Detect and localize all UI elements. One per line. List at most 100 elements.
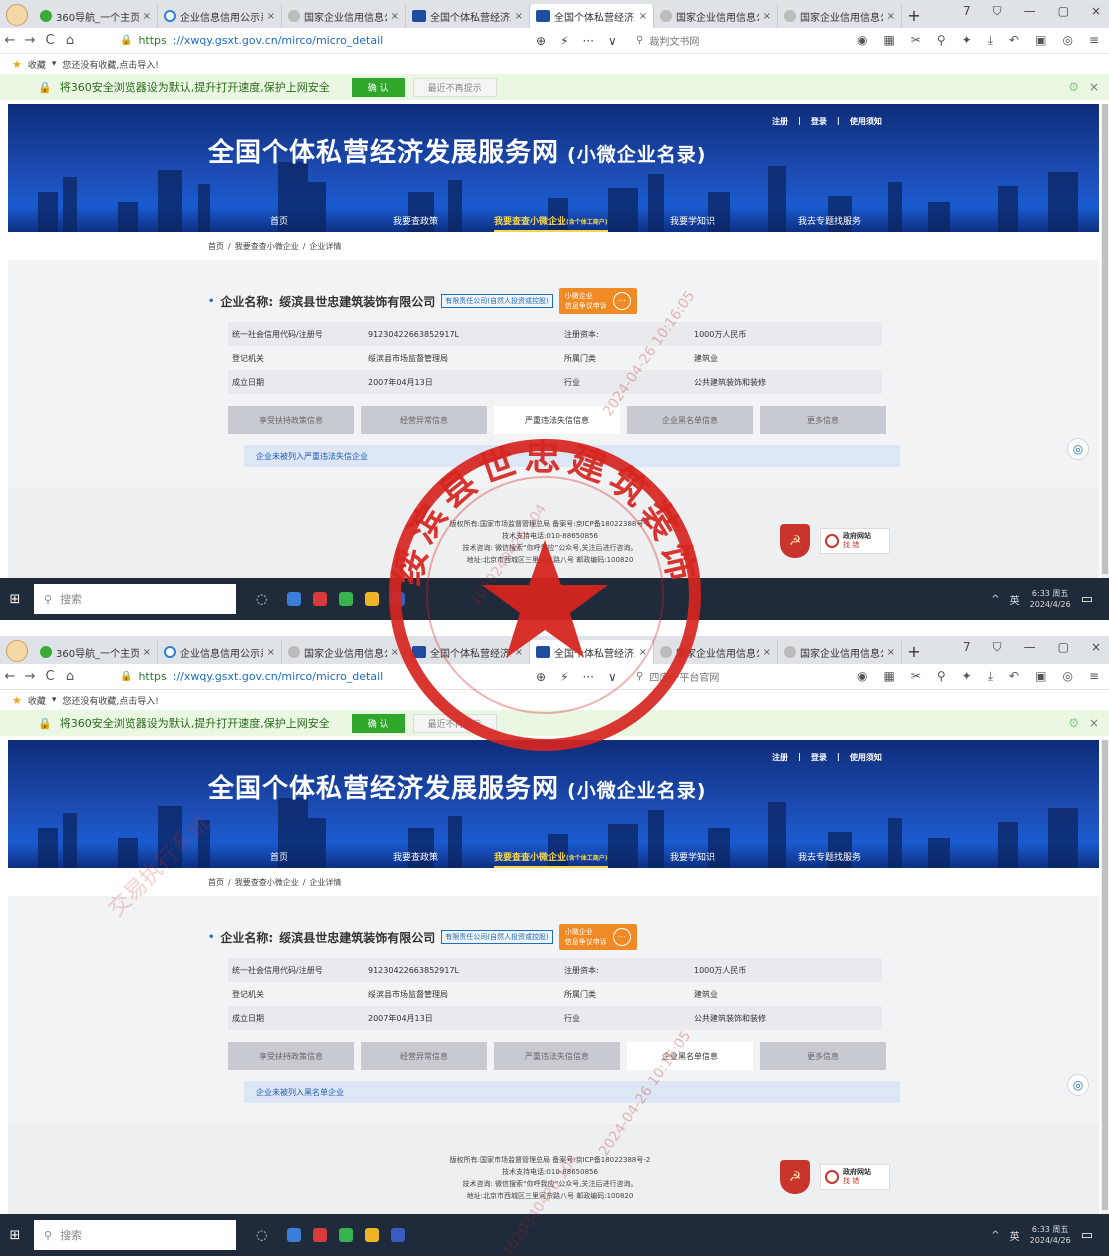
- back-button[interactable]: ←: [0, 669, 20, 684]
- chrome-app-icon[interactable]: [287, 1228, 302, 1242]
- breadcrumb-item[interactable]: 我要查查小微企业: [235, 241, 299, 252]
- close-window-button[interactable]: ×: [1091, 640, 1101, 655]
- dropdown-icon[interactable]: ∨: [608, 34, 617, 48]
- windows-start-icon[interactable]: ⊞: [0, 1228, 30, 1243]
- party-emblem-icon[interactable]: ☭: [780, 524, 810, 558]
- gov-site-error-badge[interactable]: 政府网站找 错: [820, 528, 890, 554]
- ps-app-icon[interactable]: [391, 592, 406, 606]
- close-tab-icon[interactable]: ×: [887, 647, 895, 658]
- undo-icon[interactable]: ↶: [1009, 33, 1019, 48]
- dispute-appeal-button[interactable]: 小微企业 信息争议申诉 ⋯: [558, 288, 637, 314]
- breadcrumb-item[interactable]: 我要查查小微企业: [235, 877, 299, 888]
- nav-item[interactable]: 我要学知识: [670, 850, 715, 863]
- gear-icon[interactable]: ⚙: [1068, 716, 1079, 730]
- browser-tab[interactable]: 国家企业信用信息公 ×: [654, 4, 778, 28]
- close-tab-icon[interactable]: ×: [763, 11, 771, 22]
- skin-icon[interactable]: ⛉: [993, 4, 1002, 19]
- close-tab-icon[interactable]: ×: [143, 647, 151, 658]
- forward-button[interactable]: →: [20, 33, 40, 48]
- explorer-app-icon[interactable]: [365, 1228, 380, 1242]
- browser-tab[interactable]: 国家企业信用信息公 ×: [282, 640, 406, 664]
- browser-tab[interactable]: 全国个体私营经济发 ×: [406, 4, 530, 28]
- browser-tab[interactable]: 360导航_一个主页, ×: [34, 640, 158, 664]
- nav-item[interactable]: 我要查查小微企业(含个体工商户): [494, 214, 608, 232]
- page-scrollbar[interactable]: [1101, 104, 1109, 578]
- nav-item[interactable]: 首页: [270, 850, 288, 863]
- section-tab[interactable]: 更多信息: [760, 406, 886, 434]
- nav-item[interactable]: 我去专题找服务: [798, 214, 861, 227]
- ps-app-icon[interactable]: [391, 1228, 406, 1242]
- find-icon[interactable]: ⚲: [937, 669, 946, 684]
- browser-tab[interactable]: 企业信息信用公示系 ×: [158, 4, 282, 28]
- bookmarks-import-tip[interactable]: 您还没有收藏,点击导入!: [62, 694, 158, 707]
- lightning-icon[interactable]: ⚡: [560, 34, 568, 48]
- close-tab-icon[interactable]: ×: [763, 647, 771, 658]
- scissors-icon[interactable]: ✂: [911, 669, 921, 684]
- float-help-button[interactable]: ◎: [1067, 438, 1089, 460]
- browser-tab[interactable]: 国家企业信用信息公 ×: [282, 4, 406, 28]
- nav-item[interactable]: 我要查政策: [393, 214, 438, 227]
- bookmarks-label[interactable]: 收藏: [28, 58, 46, 71]
- browser-tab[interactable]: 国家企业信用信息公 ×: [778, 4, 902, 28]
- nav-item[interactable]: 我要查查小微企业(含个体工商户): [494, 850, 608, 868]
- search-box[interactable]: ⚲ 四库一平台官网: [636, 669, 719, 684]
- skin-icon[interactable]: ⛉: [993, 640, 1002, 655]
- breadcrumb-item[interactable]: 首页: [208, 877, 224, 888]
- confirm-button[interactable]: 确 认: [351, 77, 405, 97]
- task-view-icon[interactable]: ◌: [256, 1228, 267, 1243]
- dropdown-icon[interactable]: ∨: [608, 670, 617, 684]
- restore-button[interactable]: ▢: [1058, 4, 1069, 19]
- browser-app-icon[interactable]: [339, 592, 354, 606]
- search-box[interactable]: ⚲ 裁判文书网: [636, 33, 699, 48]
- close-tab-icon[interactable]: ×: [639, 647, 647, 658]
- menu-icon[interactable]: ≡: [1089, 669, 1099, 684]
- nav-item[interactable]: 首页: [270, 214, 288, 227]
- minimize-button[interactable]: —: [1024, 640, 1036, 655]
- explorer-app-icon[interactable]: [365, 592, 380, 606]
- windows-start-icon[interactable]: ⊞: [0, 592, 30, 607]
- section-tab[interactable]: 企业黑名单信息: [627, 1042, 753, 1070]
- input-language[interactable]: 英: [1010, 592, 1020, 607]
- nav-item[interactable]: 我要学知识: [670, 214, 715, 227]
- task-view-icon[interactable]: ◌: [256, 592, 267, 607]
- page-scrollbar[interactable]: [1101, 740, 1109, 1214]
- back-button[interactable]: ←: [0, 33, 20, 48]
- section-tab[interactable]: 享受扶持政策信息: [228, 1042, 354, 1070]
- bookmarks-label[interactable]: 收藏: [28, 694, 46, 707]
- browser-tab[interactable]: 360导航_一个主页, ×: [34, 4, 158, 28]
- header-link[interactable]: 登录: [811, 752, 827, 763]
- wps-app-icon[interactable]: [313, 1228, 328, 1242]
- header-link[interactable]: 登录: [811, 116, 827, 127]
- grid-icon[interactable]: ▦: [883, 669, 894, 684]
- home-button[interactable]: ⌂: [60, 669, 80, 684]
- new-tab-button[interactable]: +: [902, 4, 926, 28]
- edge-icon[interactable]: ◎: [1062, 33, 1072, 48]
- close-tab-icon[interactable]: ×: [143, 11, 151, 22]
- shield-icon[interactable]: ◉: [857, 33, 867, 48]
- header-link[interactable]: 使用须知: [850, 752, 882, 763]
- new-tab-button[interactable]: +: [902, 640, 926, 664]
- reload-button[interactable]: C: [40, 669, 60, 684]
- lightning-icon[interactable]: ⚡: [560, 670, 568, 684]
- close-tab-icon[interactable]: ×: [267, 11, 275, 22]
- nav-item[interactable]: 我去专题找服务: [798, 850, 861, 863]
- close-icon[interactable]: ×: [1089, 716, 1099, 730]
- scrollbar-thumb[interactable]: [1102, 104, 1108, 574]
- clock[interactable]: 6:33 周五 2024/4/26: [1030, 588, 1071, 610]
- notification-icon[interactable]: ▭: [1081, 592, 1093, 607]
- badge-icon[interactable]: 7: [963, 4, 971, 19]
- chrome-app-icon[interactable]: [287, 592, 302, 606]
- dismiss-button[interactable]: 最近不再提示: [412, 77, 497, 97]
- wps-app-icon[interactable]: [313, 592, 328, 606]
- party-emblem-icon[interactable]: ☭: [780, 1160, 810, 1194]
- scissors-icon[interactable]: ✂: [911, 33, 921, 48]
- close-tab-icon[interactable]: ×: [267, 647, 275, 658]
- edge-icon[interactable]: ◎: [1062, 669, 1072, 684]
- browser-app-icon[interactable]: [339, 1228, 354, 1242]
- browser-tab[interactable]: 企业信息信用公示系 ×: [158, 640, 282, 664]
- section-tab[interactable]: 经营异常信息: [361, 406, 487, 434]
- close-tab-icon[interactable]: ×: [391, 647, 399, 658]
- zoom-icon[interactable]: ⊕: [536, 670, 546, 684]
- zoom-icon[interactable]: ⊕: [536, 34, 546, 48]
- badge-icon[interactable]: 7: [963, 640, 971, 655]
